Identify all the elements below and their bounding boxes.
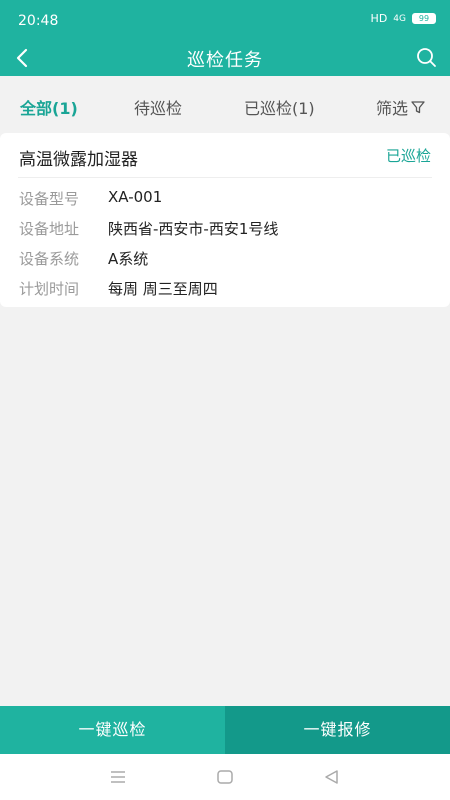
field-label: 设备系统 (19, 250, 80, 268)
page-title: 巡检任务 (187, 50, 263, 71)
tab-pending[interactable]: 待巡检 (134, 95, 182, 119)
signal-icon: 4G (393, 13, 406, 24)
status-badge: 已巡检 (385, 147, 431, 165)
field-model: 设备型号 XA-001 (19, 188, 162, 209)
app-bar: 巡检任务 (0, 40, 450, 76)
one-click-repair-button[interactable]: 一键报修 (225, 706, 450, 754)
field-value: 每周 周三至周四 (108, 280, 218, 298)
field-system: 设备系统 A系统 (19, 248, 148, 269)
field-value: A系统 (108, 250, 149, 268)
field-label: 计划时间 (19, 280, 80, 298)
status-bar: 20:48 HD 4G 99 (0, 0, 450, 40)
tab-all[interactable]: 全部(1) (20, 95, 78, 119)
filter-label: 筛选 (376, 99, 409, 118)
tab-inspected[interactable]: 已巡检(1) (244, 95, 315, 119)
battery-icon: 99 (412, 13, 436, 24)
task-card[interactable]: 高温微露加湿器 已巡检 设备型号 XA-001 设备地址 陕西省-西安市-西安1… (0, 133, 450, 307)
filter-button[interactable]: 筛选 (376, 95, 425, 119)
back-triangle-icon[interactable] (322, 767, 342, 787)
home-icon[interactable] (215, 767, 235, 787)
one-click-inspect-button[interactable]: 一键巡检 (0, 706, 225, 754)
filter-tabs: 全部(1) 待巡检 已巡检(1) 筛选 (0, 76, 450, 132)
filter-icon (411, 101, 425, 114)
menu-icon[interactable] (108, 767, 128, 787)
field-address: 设备地址 陕西省-西安市-西安1号线 (19, 218, 278, 239)
system-nav-bar (0, 754, 450, 800)
device-name: 高温微露加湿器 (19, 150, 138, 170)
field-value: XA-001 (108, 188, 163, 206)
field-label: 设备地址 (19, 220, 80, 238)
field-schedule: 计划时间 每周 周三至周四 (19, 278, 218, 299)
status-icons: HD 4G 99 (371, 12, 436, 25)
divider (18, 177, 432, 178)
field-label: 设备型号 (19, 190, 80, 208)
status-time: 20:48 (18, 13, 59, 29)
field-value: 陕西省-西安市-西安1号线 (108, 220, 279, 238)
hd-indicator: HD (370, 12, 388, 25)
search-icon[interactable] (412, 44, 440, 72)
